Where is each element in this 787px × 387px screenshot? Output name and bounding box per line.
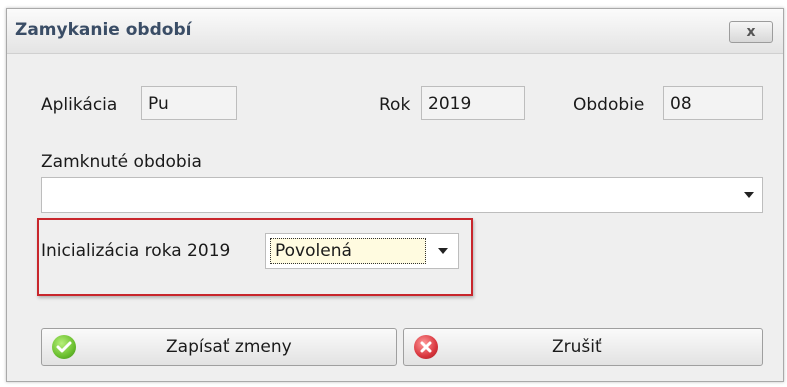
title-bar: Zamykanie období x: [7, 9, 783, 54]
close-icon: x: [746, 24, 756, 40]
rok-field[interactable]: 2019: [421, 86, 525, 120]
init-label: Inicializácia roka 2019: [41, 241, 231, 261]
save-button-label: Zapísať zmeny: [166, 337, 292, 357]
save-button[interactable]: Zapísať zmeny: [41, 328, 397, 366]
aplikacia-label: Aplikácia: [41, 95, 118, 115]
zamknute-label: Zamknuté obdobia: [41, 152, 202, 172]
rok-label: Rok: [379, 95, 411, 115]
aplikacia-field[interactable]: Pu: [141, 86, 237, 120]
init-select-value: Povolená: [270, 238, 426, 264]
check-circle-icon: [52, 335, 76, 359]
dialog-title: Zamykanie období: [15, 20, 192, 40]
close-button[interactable]: x: [729, 21, 773, 43]
dialog-window: Zamykanie období x Aplikácia Pu Rok 2019…: [6, 8, 784, 382]
init-select[interactable]: Povolená: [265, 233, 459, 269]
zamknute-dropdown[interactable]: [41, 177, 763, 213]
cancel-button-label: Zrušiť: [552, 337, 602, 357]
chevron-down-icon[interactable]: [438, 248, 448, 254]
x-circle-icon: [414, 335, 438, 359]
obdobie-label: Obdobie: [573, 95, 645, 115]
obdobie-field[interactable]: 08: [663, 86, 763, 120]
chevron-down-icon[interactable]: [744, 192, 754, 198]
cancel-button[interactable]: Zrušiť: [403, 328, 763, 366]
